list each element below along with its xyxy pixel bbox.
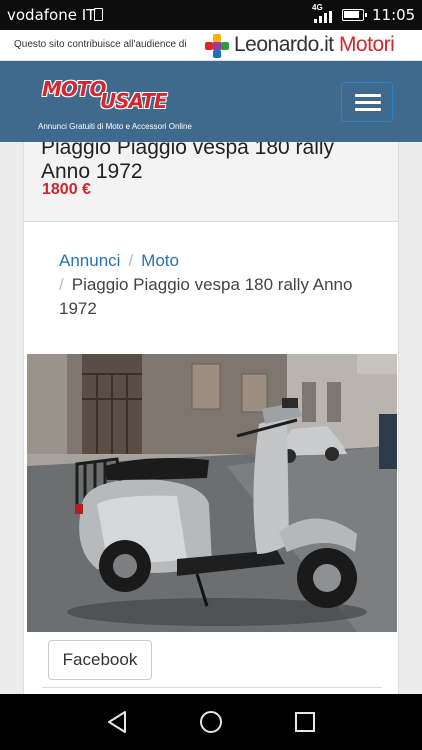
logo-word-usate: USATE bbox=[100, 89, 168, 113]
signal-icon bbox=[314, 11, 332, 23]
listing-price: 1800 € bbox=[42, 181, 91, 198]
status-bar: vodafone IT 4G 11:05 bbox=[0, 0, 422, 30]
breadcrumb: Annunci / Moto / Piaggio Piaggio vespa 180 … bbox=[59, 249, 379, 321]
site-header: MOTO USATE Annunci Gratuiti di Moto e Ac… bbox=[0, 61, 422, 142]
breadcrumb-separator: / bbox=[128, 251, 134, 270]
breadcrumb-link-moto[interactable]: Moto bbox=[141, 251, 179, 270]
brand-suffix: Motori bbox=[338, 33, 395, 56]
home-circle-icon[interactable] bbox=[199, 710, 223, 734]
leonardo-logo-icon bbox=[205, 34, 229, 58]
breadcrumb-separator: / bbox=[59, 275, 64, 294]
carrier-name: vodafone IT bbox=[7, 6, 96, 24]
audience-banner: Questo sito contribuisce all'audience di… bbox=[0, 30, 422, 61]
recents-square-icon[interactable] bbox=[294, 710, 316, 734]
logo-tagline: Annunci Gratuiti di Moto e Accessori Onl… bbox=[38, 122, 192, 131]
divider bbox=[42, 687, 382, 688]
breadcrumb-link-annunci[interactable]: Annunci bbox=[59, 251, 120, 270]
back-triangle-icon[interactable] bbox=[106, 710, 128, 734]
clock: 11:05 bbox=[372, 6, 416, 24]
facebook-share-button[interactable]: Facebook bbox=[48, 640, 152, 680]
sim-icon bbox=[94, 8, 103, 21]
breadcrumb-current: Piaggio Piaggio vespa 180 rally Anno 197… bbox=[59, 275, 353, 318]
site-logo[interactable]: MOTO USATE Annunci Gratuiti di Moto e Ac… bbox=[38, 77, 192, 131]
listing-title: Piaggio Piaggio vespa 180 rally Anno 197… bbox=[41, 142, 335, 183]
audience-notice: Questo sito contribuisce all'audience di bbox=[14, 39, 187, 50]
listing-detail: Annunci / Moto / Piaggio Piaggio vespa 180 … bbox=[23, 222, 399, 702]
leonardo-brand[interactable]: Leonardo.it Motori bbox=[234, 33, 395, 57]
listing-summary: Piaggio Piaggio vespa 180 rally Anno 197… bbox=[23, 142, 399, 222]
system-nav-bar bbox=[0, 694, 422, 750]
battery-icon bbox=[342, 9, 367, 21]
brand-name: Leonardo.it bbox=[234, 33, 334, 56]
listing-photo[interactable] bbox=[27, 354, 397, 632]
menu-toggle-button[interactable] bbox=[341, 82, 393, 122]
logo-word-moto: MOTO bbox=[42, 77, 107, 101]
